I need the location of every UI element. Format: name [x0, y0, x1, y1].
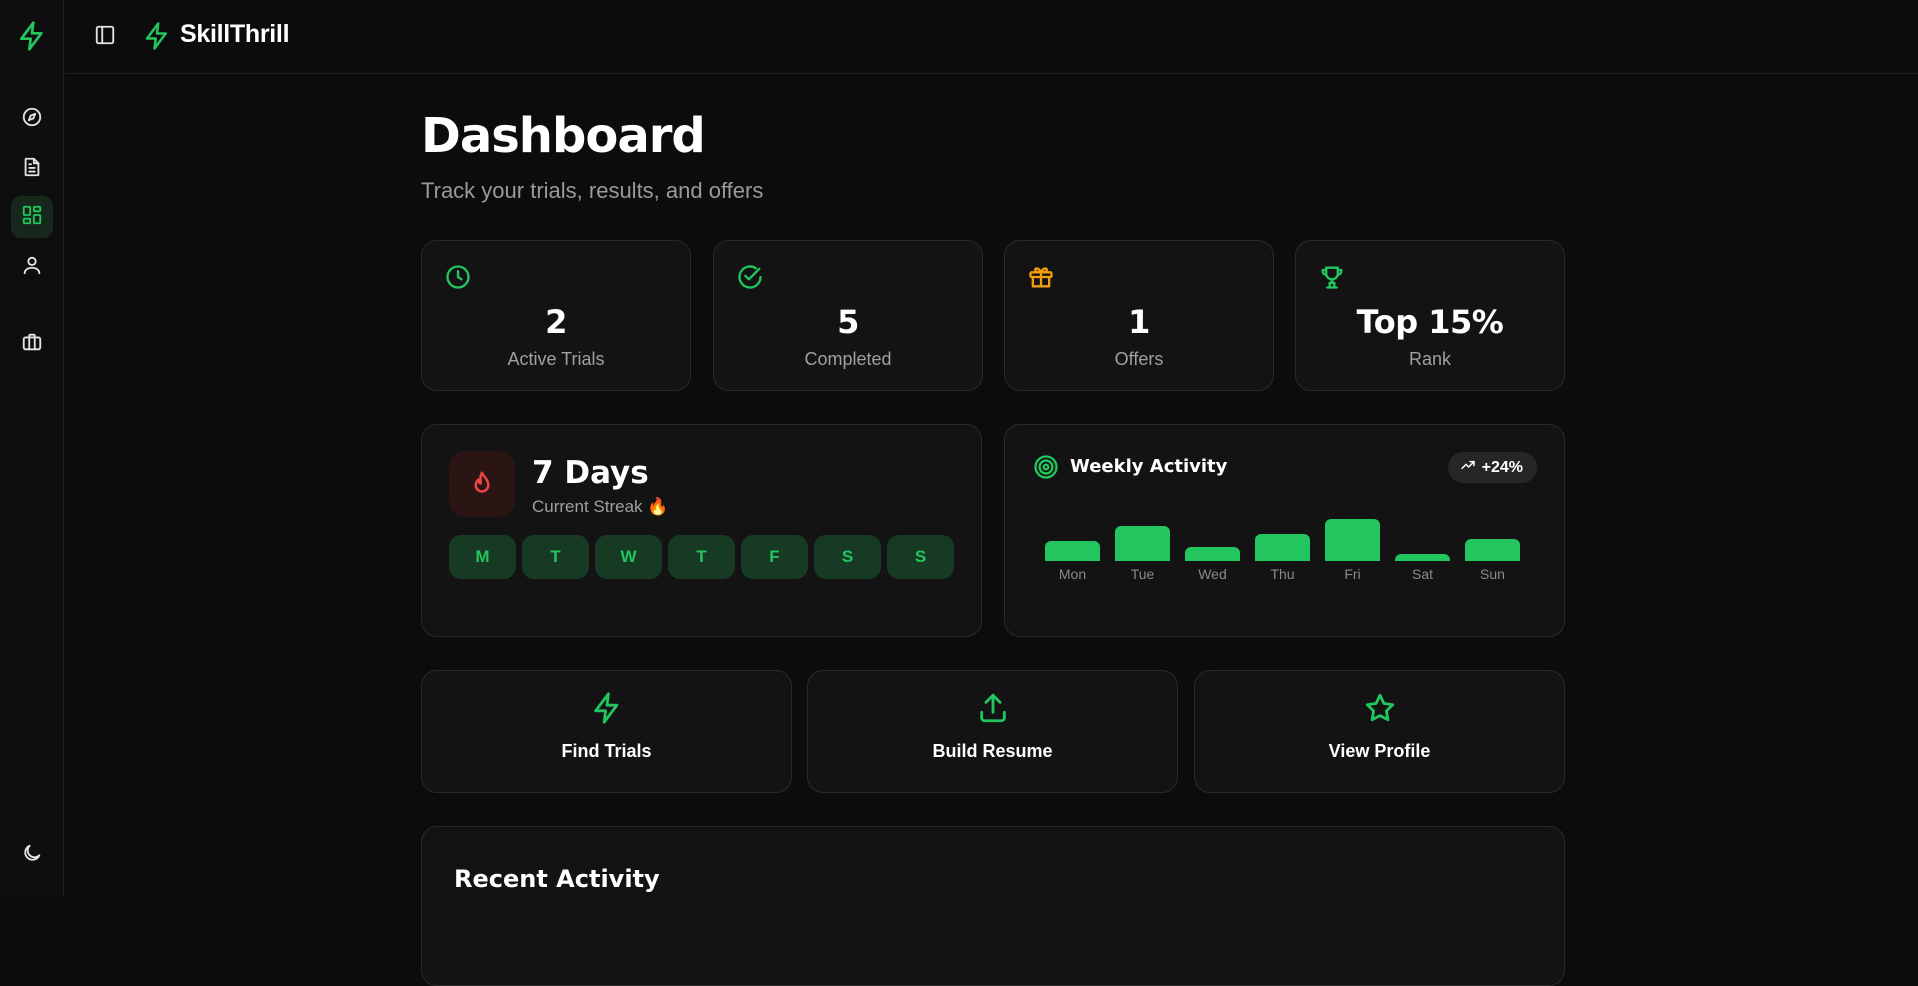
flame-icon [449, 451, 515, 517]
briefcase-icon [21, 331, 43, 358]
sidebar-item-dashboard[interactable] [11, 196, 53, 238]
streak-subtitle: Current Streak 🔥 [532, 497, 669, 516]
activity-bar-label: Tue [1130, 566, 1155, 582]
logo-icon[interactable] [16, 20, 48, 52]
sidebar-item-documents[interactable] [11, 148, 53, 190]
activity-bar-label: Sat [1411, 566, 1433, 582]
lightning-bolt-icon [142, 21, 172, 51]
theme-toggle-button[interactable] [11, 834, 53, 876]
day-pill: T [668, 535, 735, 579]
moon-icon [21, 842, 43, 869]
top-bar: SkillThrill [65, 0, 1918, 74]
dashboard-grid-icon [21, 204, 43, 231]
stat-label: Rank [1408, 349, 1452, 369]
stat-value: Top 15% [1356, 303, 1504, 341]
activity-bar-label: Thu [1270, 566, 1295, 582]
trend-badge: +24% [1447, 452, 1537, 483]
sidebar-item-explore[interactable] [11, 98, 53, 140]
check-circle-icon [736, 263, 764, 291]
activity-bar-label: Sun [1480, 566, 1505, 582]
activity-bar-thu [1255, 534, 1310, 561]
activity-bar-mon [1045, 541, 1100, 561]
compass-icon [21, 106, 43, 133]
action-label: Build Resume [932, 741, 1053, 761]
activity-bar-wed [1185, 547, 1240, 561]
day-pill: T [522, 535, 589, 579]
action-label: Find Trials [561, 741, 652, 761]
panel-left-icon [94, 24, 116, 51]
streak-days: M T W T F S S [449, 535, 954, 579]
sidebar-item-jobs[interactable] [11, 323, 53, 365]
day-pill: M [449, 535, 516, 579]
streak-card: 7 Days Current Streak 🔥 M T W T F S S [421, 424, 982, 637]
user-icon [21, 254, 43, 281]
stat-card-offers: 1 Offers [1004, 240, 1274, 391]
view-profile-button[interactable]: View Profile [1194, 670, 1565, 793]
page-title: Dashboard [421, 108, 706, 164]
weekly-activity-title: Weekly Activity [1070, 456, 1228, 477]
brand-name[interactable]: SkillThrill [180, 20, 290, 49]
stat-value: 5 [837, 303, 859, 341]
upload-icon [976, 691, 1010, 725]
find-trials-button[interactable]: Find Trials [421, 670, 792, 793]
stat-label: Offers [1114, 349, 1164, 369]
trophy-icon [1318, 263, 1346, 291]
stat-value: 2 [545, 303, 567, 341]
document-icon [21, 156, 43, 183]
build-resume-button[interactable]: Build Resume [807, 670, 1178, 793]
recent-activity-title: Recent Activity [454, 865, 660, 893]
day-pill: S [814, 535, 881, 579]
trend-badge-value: +24% [1481, 458, 1523, 476]
stat-card-completed: 5 Completed [713, 240, 983, 391]
streak-title: 7 Days [532, 455, 649, 491]
gift-icon [1027, 263, 1055, 291]
stat-label: Completed [804, 349, 892, 369]
star-icon [1363, 691, 1397, 725]
activity-bar-sun [1465, 539, 1520, 561]
sidebar [0, 0, 64, 896]
activity-bar-label: Fri [1344, 566, 1361, 582]
sidebar-item-profile[interactable] [11, 246, 53, 288]
recent-activity-card: Recent Activity [421, 826, 1565, 986]
activity-bar-chart [1045, 515, 1534, 561]
stat-card-active-trials: 2 Active Trials [421, 240, 691, 391]
activity-bar-label: Wed [1198, 566, 1227, 582]
action-label: View Profile [1328, 741, 1431, 761]
trending-up-icon [1460, 457, 1476, 478]
stat-label: Active Trials [507, 349, 605, 369]
day-pill: F [741, 535, 808, 579]
page-subtitle: Track your trials, results, and offers [421, 178, 764, 203]
target-icon [1032, 453, 1060, 481]
activity-bar-fri [1325, 519, 1380, 561]
clock-icon [444, 263, 472, 291]
stat-value: 1 [1128, 303, 1150, 341]
weekly-activity-card: Weekly Activity +24% Mon Tue Wed Thu Fri Sat S… [1004, 424, 1565, 637]
day-pill: W [595, 535, 662, 579]
stat-card-rank: Top 15% Rank [1295, 240, 1565, 391]
activity-bar-label: Mon [1058, 566, 1087, 582]
activity-bar-sat [1395, 554, 1450, 561]
day-pill: S [887, 535, 954, 579]
sidebar-toggle-button[interactable] [92, 24, 118, 50]
activity-bar-tue [1115, 526, 1170, 561]
lightning-bolt-icon [590, 691, 624, 725]
